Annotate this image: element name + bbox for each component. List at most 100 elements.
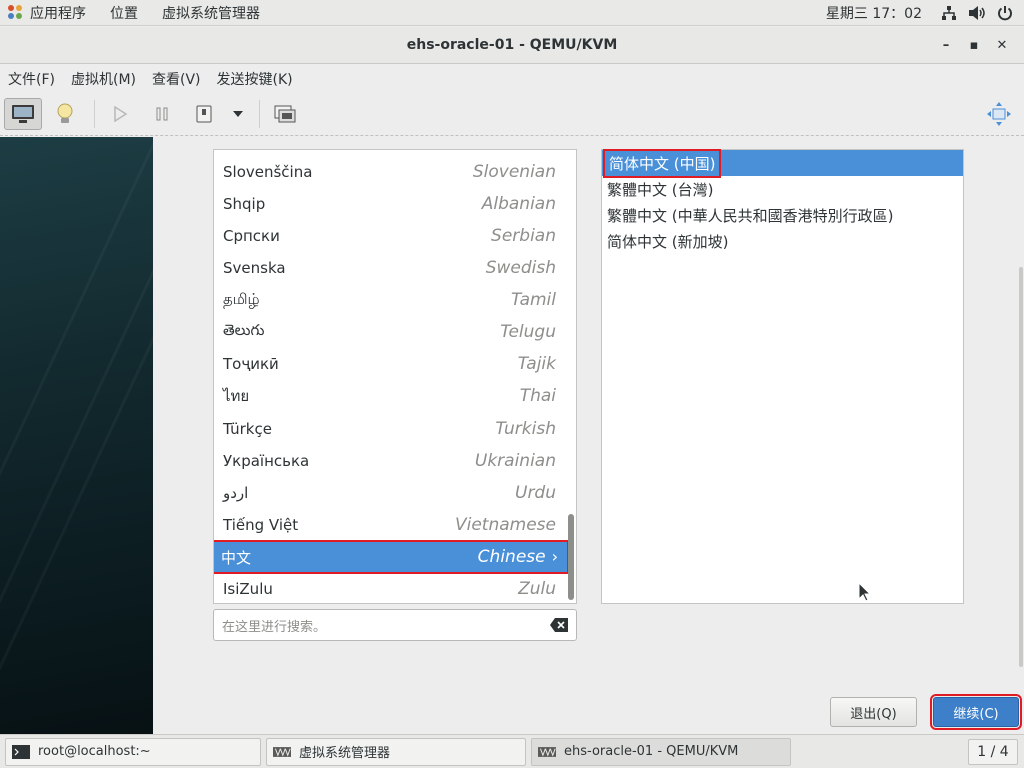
task-terminal[interactable]: root@localhost:~ [5,737,261,766]
continue-button[interactable]: 继续(C) [930,694,1022,730]
taskbar: root@localhost:~ 虚拟系统管理器 ehs-oracle-01 -… [0,734,1024,768]
workspace-pager[interactable]: 1 / 4 [968,738,1018,765]
language-native-name: தமிழ் [223,290,260,308]
language-row-selected[interactable]: 中文 Chinese › [214,540,569,574]
language-native-name: 中文 [221,548,252,567]
locale-row[interactable]: 简体中文 (新加坡) [602,228,963,254]
locale-row[interactable]: 繁體中文 (中華人民共和國香港特別行政區) [602,202,963,228]
maximize-button[interactable]: ▪ [960,34,988,58]
language-native-name: తెలుగు [223,321,265,339]
run-button[interactable] [101,98,139,130]
language-row[interactable]: ไทย Thai [214,380,566,412]
language-native-name: Tiếng Việt [223,516,299,534]
language-english-name: Swedish [485,258,556,278]
locale-label: 繁體中文 (中華人民共和國香港特別行政區) [607,206,894,225]
console-view-button[interactable] [4,97,42,130]
language-row[interactable]: తెలుగు Telugu [214,316,566,348]
clear-icon[interactable] [550,618,568,632]
close-button[interactable]: ✕ [988,34,1016,58]
window-titlebar[interactable]: ehs-oracle-01 - QEMU/KVM – ▪ ✕ [0,27,1024,64]
language-english-name: Ukrainian [474,451,556,471]
locale-list[interactable]: 简体中文 (中国) 繁體中文 (台灣) 繁體中文 (中華人民共和國香港特別行政區… [601,148,964,604]
toolbar-separator [94,99,95,128]
language-english-name: Zulu [518,579,556,599]
volume-icon[interactable] [968,4,986,22]
language-english-name: Urdu [515,483,556,503]
virt-manager-icon [538,746,556,757]
language-row[interactable]: Српски Serbian [214,220,566,252]
applications-label: 应用程序 [30,5,86,22]
language-list-scrollbar[interactable] [568,514,574,600]
language-native-name: Svenska [223,259,286,277]
clock[interactable]: 星期三 17：02 [826,3,940,23]
shutdown-button[interactable] [185,98,223,130]
language-english-name: Vietnamese [454,515,556,535]
task-vm-window[interactable]: ehs-oracle-01 - QEMU/KVM [531,737,791,766]
dropdown-arrow-icon [233,110,243,117]
language-row[interactable]: Shqip Albanian [214,188,566,220]
chevron-right-icon: › [551,547,558,566]
network-icon[interactable] [940,4,958,22]
snapshots-button[interactable] [266,98,304,130]
language-row[interactable]: Svenska Swedish [214,252,566,284]
language-row[interactable]: Slovenščina Slovenian [214,156,566,188]
menu-view[interactable]: 查看(V) [144,69,209,89]
task-label: root@localhost:~ [38,744,151,759]
language-native-name: اردو [223,484,249,502]
language-english-name: Tajik [517,354,556,374]
task-label: ehs-oracle-01 - QEMU/KVM [564,744,739,759]
play-icon [114,105,128,122]
language-native-name: ไทย [223,387,250,405]
language-english-name: Albanian [481,194,556,214]
power-icon[interactable] [996,4,1014,22]
fullscreen-button[interactable] [980,98,1018,130]
task-label: 虚拟系统管理器 [299,746,391,761]
toolbar-separator [259,99,260,128]
menu-file[interactable]: 文件(F) [0,69,63,89]
menu-send-key[interactable]: 发送按键(K) [209,69,301,89]
language-native-name: Slovenščina [223,163,313,181]
language-row[interactable]: Українська Ukrainian [214,445,566,477]
toolbar [0,92,1024,136]
locale-row[interactable]: 繁體中文 (台灣) [602,176,963,202]
language-english-name: Chinese [477,547,546,567]
language-search-input[interactable]: 在这里进行搜索。 [213,609,577,641]
lightbulb-icon [57,103,73,123]
pause-button[interactable] [143,98,181,130]
language-english-name: Telugu [500,322,556,342]
language-row[interactable]: தமிழ் Tamil [214,284,566,316]
task-virt-manager[interactable]: 虚拟系统管理器 [266,737,526,766]
pause-icon [156,107,168,120]
monitor-icon [12,104,34,123]
language-row[interactable]: اردو Urdu [214,477,566,509]
locale-row-selected[interactable]: 简体中文 (中国) [602,148,963,178]
places-menu[interactable]: 位置 [98,0,150,26]
details-view-button[interactable] [46,98,84,130]
menu-bar: 文件(F) 虚拟机(M) 查看(V) 发送按键(K) [0,65,1024,92]
applications-menu[interactable]: 应用程序 [0,0,98,26]
language-english-name: Tamil [510,290,556,310]
minimize-button[interactable]: – [932,34,960,58]
app-menu[interactable]: 虚拟系统管理器 [150,0,272,26]
snapshots-icon [274,105,296,122]
language-english-name: Slovenian [472,162,556,182]
locale-label: 简体中文 (中国) [602,148,722,178]
language-row[interactable]: Tiếng Việt Vietnamese [214,509,566,541]
terminal-icon [12,744,30,759]
resize-icon [987,101,1011,126]
shutdown-icon [196,105,212,122]
language-row[interactable]: Türkçe Turkish [214,413,566,445]
menu-vm[interactable]: 虚拟机(M) [63,69,144,89]
language-native-name: IsiZulu [223,580,273,598]
quit-button[interactable]: 退出(Q) [830,697,917,727]
language-row[interactable]: IsiZulu Zulu [214,573,566,603]
language-row[interactable]: Тоҷикӣ Tajik [214,348,566,380]
window-title: ehs-oracle-01 - QEMU/KVM [406,37,618,53]
applications-icon [8,4,24,21]
language-english-name: Thai [519,386,556,406]
language-native-name: Српски [223,227,280,245]
language-list[interactable]: Slovenščina Slovenian Shqip Albanian Српск… [213,149,577,604]
vm-scrollbar[interactable] [1019,267,1023,667]
shutdown-menu-button[interactable] [227,98,249,130]
language-native-name: Shqip [223,195,266,213]
